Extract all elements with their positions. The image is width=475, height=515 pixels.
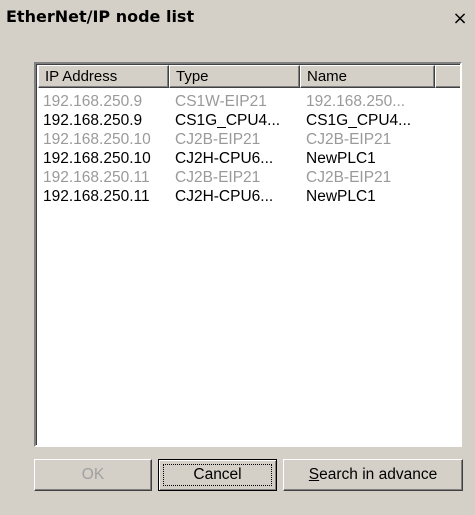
table-row[interactable]: 192.168.250.10 CJ2H-CPU6... NewPLC1 bbox=[38, 149, 458, 168]
cell-name: NewPLC1 bbox=[306, 188, 376, 205]
cell-type: CJ2B-EIP21 bbox=[175, 131, 261, 148]
table-row[interactable]: 192.168.250.9 CS1G_CPU4... CS1G_CPU4... bbox=[38, 111, 458, 130]
cell-name: NewPLC1 bbox=[306, 150, 376, 167]
title-bar: EtherNet/IP node list × bbox=[0, 0, 475, 36]
search-in-advance-button[interactable]: Search in advance bbox=[283, 459, 463, 491]
cell-type: CS1W-EIP21 bbox=[175, 93, 267, 110]
cell-ip-address: 192.168.250.11 bbox=[43, 169, 150, 186]
list-header: IP Address Type Name bbox=[38, 65, 460, 89]
column-header-extra[interactable] bbox=[435, 65, 460, 88]
column-header-type[interactable]: Type bbox=[169, 65, 300, 88]
cell-type: CJ2B-EIP21 bbox=[175, 169, 261, 186]
cell-type: CS1G_CPU4... bbox=[175, 112, 281, 129]
table-row[interactable]: 192.168.250.9 CS1W-EIP21 192.168.250... bbox=[38, 92, 458, 111]
cell-name: CS1G_CPU4... bbox=[306, 112, 412, 129]
close-icon[interactable]: × bbox=[450, 10, 470, 28]
cell-ip-address: 192.168.250.11 bbox=[43, 188, 150, 205]
node-list[interactable]: IP Address Type Name 192.168.250.9 CS1W-E… bbox=[34, 62, 462, 447]
cancel-button-label: Cancel bbox=[193, 466, 242, 483]
column-header-ip-address[interactable]: IP Address bbox=[38, 65, 169, 88]
cell-ip-address: 192.168.250.9 bbox=[43, 93, 143, 110]
cancel-button[interactable]: Cancel bbox=[158, 459, 277, 491]
column-header-name[interactable]: Name bbox=[300, 65, 435, 88]
table-row[interactable]: 192.168.250.11 CJ2H-CPU6... NewPLC1 bbox=[38, 187, 458, 206]
table-row[interactable]: 192.168.250.11 CJ2B-EIP21 CJ2B-EIP21 bbox=[38, 168, 458, 187]
cell-name: 192.168.250... bbox=[306, 93, 406, 110]
node-list-dialog: EtherNet/IP node list × IP Address Type … bbox=[0, 0, 475, 515]
cell-name: CJ2B-EIP21 bbox=[306, 131, 392, 148]
cell-type: CJ2H-CPU6... bbox=[175, 188, 274, 205]
window-title: EtherNet/IP node list bbox=[6, 7, 195, 26]
cell-name: CJ2B-EIP21 bbox=[306, 169, 392, 186]
cell-ip-address: 192.168.250.10 bbox=[43, 150, 151, 167]
cell-ip-address: 192.168.250.9 bbox=[43, 112, 143, 129]
search-button-label: earch in advance bbox=[319, 466, 438, 483]
cell-ip-address: 192.168.250.10 bbox=[43, 131, 151, 148]
ok-button[interactable]: OK bbox=[34, 459, 152, 491]
cell-type: CJ2H-CPU6... bbox=[175, 150, 274, 167]
table-row[interactable]: 192.168.250.10 CJ2B-EIP21 CJ2B-EIP21 bbox=[38, 130, 458, 149]
search-button-accelerator: S bbox=[308, 466, 320, 483]
